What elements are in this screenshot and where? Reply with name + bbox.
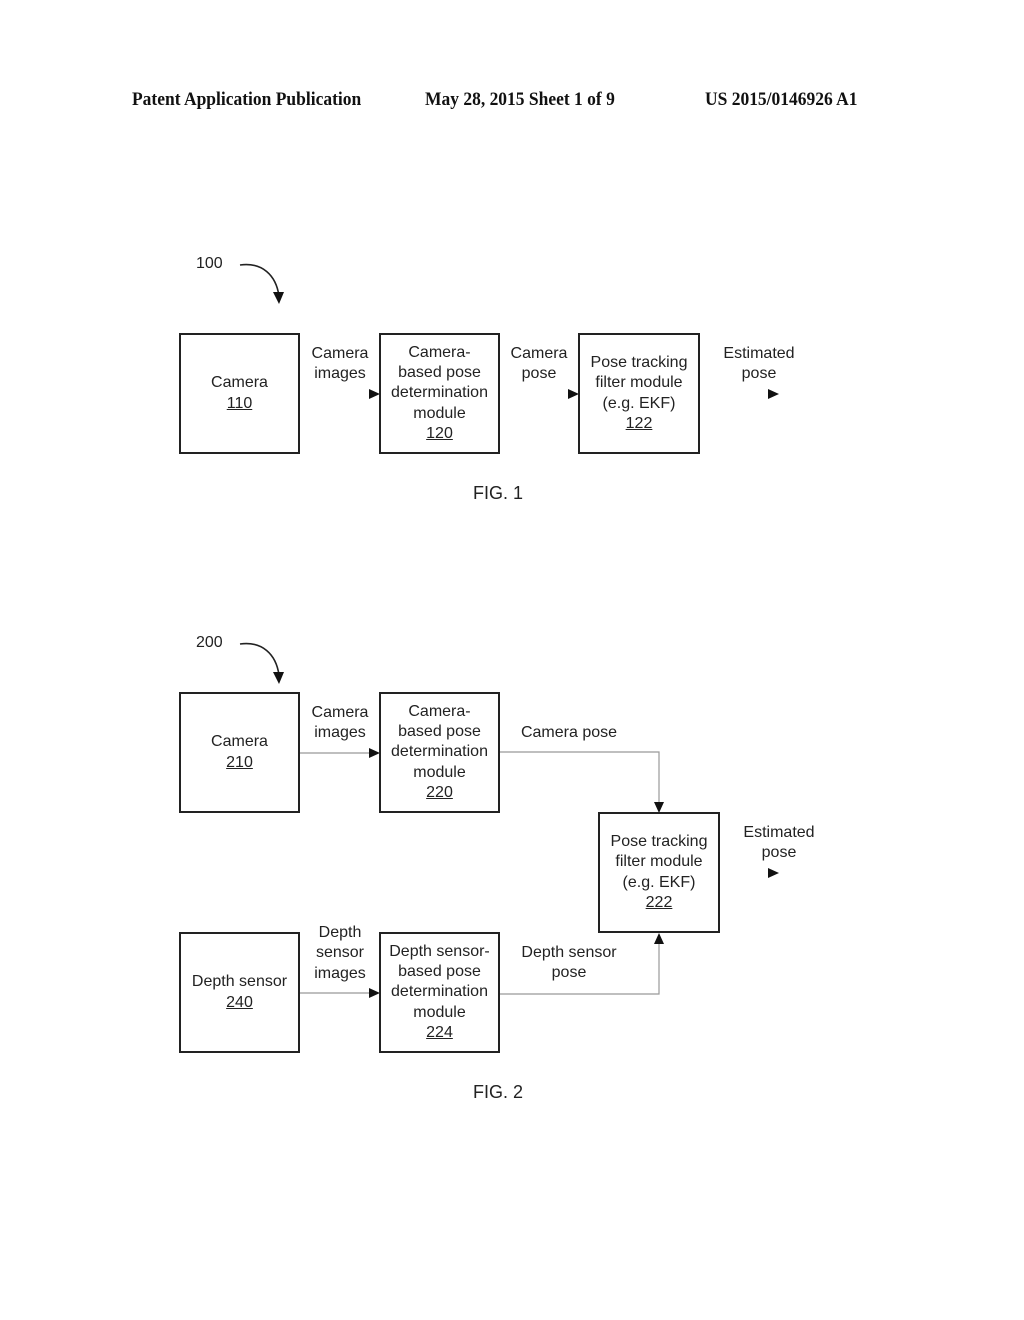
box-label: filter module <box>615 853 703 871</box>
fig2-camera-pose-determination-box: Camera- based pose determination module … <box>379 692 500 813</box>
fig2-label-depth-sensor-pose: Depth sensor pose <box>508 943 630 984</box>
box-label: Pose tracking <box>590 353 688 371</box>
fig2-filter-box: Pose tracking filter module (e.g. EKF) 2… <box>598 812 720 933</box>
fig2-arrow-depth-pose <box>654 933 664 944</box>
fig2-label-depth-sensor-images: Depth sensor images <box>300 923 380 984</box>
label-line: images <box>314 724 366 742</box>
label-line: Estimated <box>743 824 815 841</box>
fig1-label-camera-pose: Camera pose <box>500 344 578 385</box>
box-label: Camera- <box>408 702 471 720</box>
fig1-ref-curved-arrow <box>239 263 280 297</box>
box-label: determination <box>391 384 488 402</box>
box-label: Pose tracking <box>610 832 708 850</box>
fig2-label-camera-pose: Camera pose <box>508 723 630 743</box>
box-ref: 120 <box>426 424 453 442</box>
box-label: filter module <box>595 374 683 392</box>
box-label: (e.g. EKF) <box>622 873 696 891</box>
box-ref: 110 <box>226 394 253 412</box>
box-label: module <box>413 404 466 422</box>
fig2-ref-arrowhead <box>273 672 284 684</box>
box-label: Depth sensor <box>191 973 288 991</box>
label-line: Camera <box>311 704 369 721</box>
fig1-ref-arrowhead <box>273 292 284 304</box>
box-label: Camera <box>211 733 268 751</box>
fig1-reference-number: 100 <box>196 255 223 272</box>
label-line: Camera <box>311 345 369 362</box>
label-line: Depth sensor <box>521 944 617 961</box>
fig1-label-camera-images: Camera images <box>300 344 380 385</box>
box-label: based pose <box>398 364 481 382</box>
fig2-label-camera-images: Camera images <box>300 703 380 744</box>
fig1-pose-determination-box: Camera- based pose determination module … <box>379 333 500 454</box>
box-label: based pose <box>398 963 481 981</box>
box-label: determination <box>391 743 488 761</box>
box-ref: 220 <box>426 783 453 801</box>
fig2-arrow-estimated-pose <box>768 868 779 878</box>
fig2-depth-sensor-box: Depth sensor 240 <box>179 932 300 1053</box>
fig1-caption: FIG. 1 <box>473 483 524 503</box>
box-ref: 240 <box>226 993 253 1011</box>
fig1-arrow-estimated-pose <box>768 389 779 399</box>
label-line: Estimated <box>723 345 795 362</box>
fig2-caption: FIG. 2 <box>473 1082 524 1102</box>
fig2-depth-pose-determination-box: Depth sensor- based pose determination m… <box>379 932 500 1053</box>
fig2-wire-camera-pose <box>500 751 660 803</box>
box-label: (e.g. EKF) <box>602 394 676 412</box>
box-ref: 224 <box>426 1023 453 1041</box>
box-ref: 210 <box>226 753 253 771</box>
label-line: Camera <box>510 345 568 362</box>
fig1-label-estimated-pose: Estimated pose <box>712 344 806 385</box>
box-ref: 222 <box>645 893 673 911</box>
label-line: images <box>314 365 366 383</box>
label-line: images <box>314 964 366 982</box>
box-label: based pose <box>398 723 481 741</box>
box-label: determination <box>391 983 488 1001</box>
box-label: Depth sensor- <box>389 942 490 960</box>
label-line: Camera pose <box>520 724 618 741</box>
box-label: module <box>413 1003 466 1021</box>
box-label: Camera- <box>408 343 471 361</box>
fig2-reference-number: 200 <box>196 634 223 651</box>
fig1-filter-box: Pose tracking filter module (e.g. EKF) 1… <box>578 333 700 454</box>
fig2-camera-box: Camera 210 <box>179 692 300 813</box>
label-line: Depth <box>318 924 362 941</box>
fig2-ref-curved-arrow <box>239 642 280 676</box>
label-line: sensor <box>315 944 365 962</box>
fig1-camera-box: Camera 110 <box>179 333 300 454</box>
label-line: pose <box>521 365 557 383</box>
box-label: module <box>413 763 466 781</box>
box-ref: 122 <box>625 414 653 432</box>
diagram-connectors <box>239 263 779 998</box>
fig2-label-estimated-pose: Estimated pose <box>732 823 826 864</box>
label-line: pose <box>761 844 797 862</box>
label-line: pose <box>551 964 587 982</box>
label-line: pose <box>741 365 777 383</box>
box-label: Camera <box>211 374 268 392</box>
